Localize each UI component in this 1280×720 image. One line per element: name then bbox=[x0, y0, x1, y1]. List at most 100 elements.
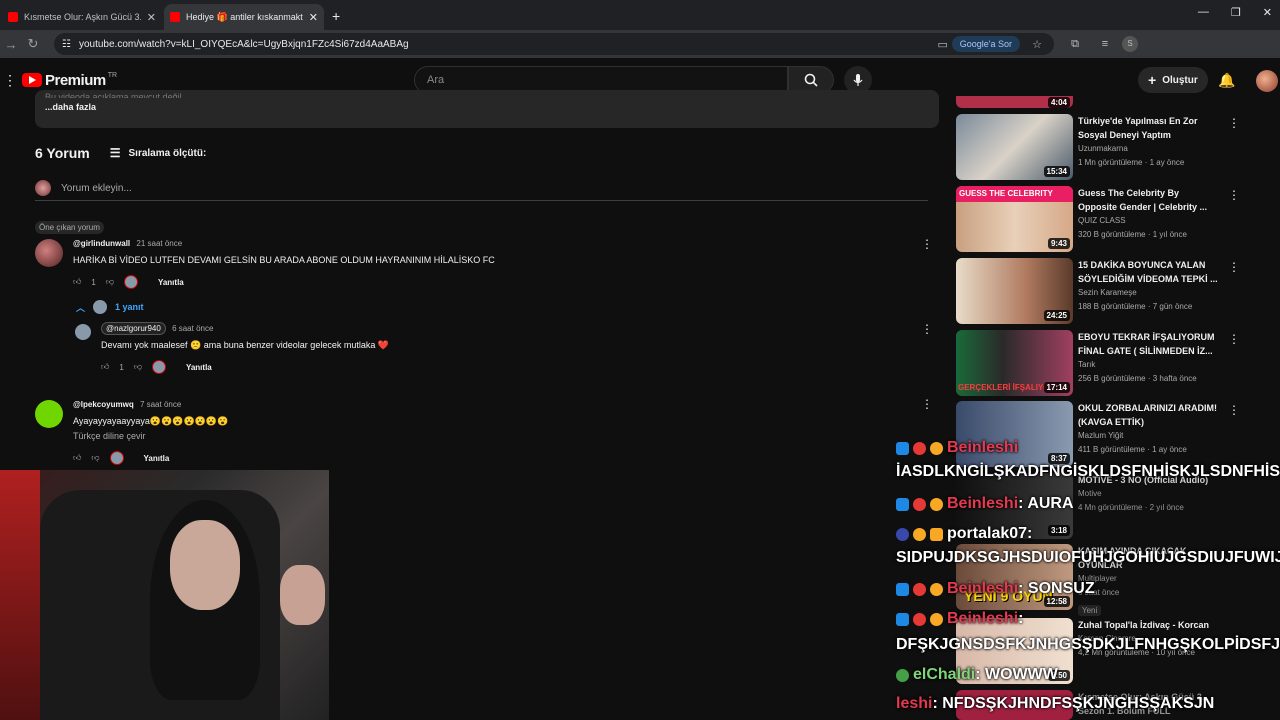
comment-time[interactable]: 7 saat önce bbox=[140, 400, 181, 409]
video-title[interactable]: Guess The Celebrity By Opposite Gender |… bbox=[1078, 186, 1218, 214]
duration-badge: 15:34 bbox=[1043, 166, 1070, 177]
reply-button[interactable]: Yanıtla bbox=[144, 454, 170, 463]
chat-username: Beinleshi bbox=[947, 495, 1019, 512]
video-title[interactable]: EBOYU TEKRAR İFŞALIYORUM FİNAL GATE ( Sİ… bbox=[1078, 330, 1218, 358]
comment-menu-icon[interactable]: ⋮ bbox=[921, 322, 933, 336]
add-comment-field[interactable]: Yorum ekleyin... bbox=[35, 180, 928, 201]
sidebar-video[interactable]: GERÇEKLERİ İFŞALIYORUM 17:14 EBOYU TEKRA… bbox=[956, 330, 1246, 396]
channel-name[interactable]: Tarık bbox=[1078, 358, 1218, 372]
sidebar-video[interactable]: 15:34 Türkiye'de Yapılması En Zor Sosyal… bbox=[956, 114, 1246, 180]
video-meta: 188 B görüntüleme · 7 gün önce bbox=[1078, 302, 1193, 311]
chat-message: : bbox=[1027, 525, 1033, 542]
avatar bbox=[35, 180, 51, 196]
chat-username: elChaldi bbox=[913, 666, 976, 683]
gift-badge-icon bbox=[930, 497, 943, 511]
create-button[interactable]: + Oluştur bbox=[1138, 67, 1208, 93]
maximize-icon[interactable]: ❐ bbox=[1231, 6, 1241, 19]
comment-menu-icon[interactable]: ⋮ bbox=[921, 397, 933, 411]
video-thumbnail[interactable]: GERÇEKLERİ İFŞALIYORUM 17:14 bbox=[956, 330, 1073, 396]
comment-menu-icon[interactable]: ⋮ bbox=[921, 237, 933, 251]
account-avatar[interactable] bbox=[1256, 70, 1278, 92]
green-badge-icon bbox=[896, 668, 909, 682]
minimize-icon[interactable]: — bbox=[1198, 6, 1209, 19]
new-tab-icon[interactable]: + bbox=[324, 8, 348, 30]
sort-button[interactable]: ☰ Sıralama ölçütü: bbox=[110, 146, 207, 160]
video-thumbnail[interactable]: 15:34 bbox=[956, 114, 1073, 180]
tab-kismetse[interactable]: Kısmetse Olur: Aşkın Gücü 3. Se ✕ bbox=[2, 4, 162, 30]
video-menu-icon[interactable]: ⋮ bbox=[1228, 116, 1240, 130]
url-text: youtube.com/watch?v=kLI_OIYQEcA&lc=UgyBx… bbox=[78, 38, 409, 50]
comment-author[interactable]: @girlindunwall bbox=[73, 239, 130, 248]
translate-link[interactable]: Türkçe diline çevir bbox=[73, 430, 228, 443]
creator-heart-icon bbox=[123, 275, 138, 289]
comment-author[interactable]: @nazlgorur940 bbox=[101, 322, 166, 335]
youtube-logo[interactable]: Premium TR bbox=[22, 72, 117, 89]
video-thumbnail[interactable]: GUESS THE CELEBRITY 9:43 bbox=[956, 186, 1073, 252]
dislike-icon[interactable]: 👎︎ bbox=[106, 277, 114, 287]
replies-toggle[interactable]: ︿ 1 yanıt bbox=[76, 300, 144, 314]
video-menu-icon[interactable]: ⋮ bbox=[1228, 260, 1240, 274]
chat-message: DFŞKJGNSDSFKJNHGSŞDKJLFNHGŞKOLPİDSFJN bbox=[896, 636, 1280, 653]
chat-line: Beinleshi : SONSUZ bbox=[896, 579, 1095, 599]
chat-username: Beinleshi bbox=[947, 610, 1019, 627]
video-menu-icon[interactable]: ⋮ bbox=[1228, 188, 1240, 202]
like-icon[interactable]: 👍︎ bbox=[73, 453, 81, 463]
google-sor-button[interactable]: Google'a Sor bbox=[951, 36, 1020, 52]
dislike-icon[interactable]: 👎︎ bbox=[91, 453, 99, 463]
video-title[interactable]: Türkiye'de Yapılması En Zor Sosyal Deney… bbox=[1078, 114, 1218, 142]
video-meta: 1 Mn görüntüleme · 1 ay önce bbox=[1078, 158, 1185, 167]
reload-icon[interactable]: ↻ bbox=[22, 36, 44, 52]
video-title[interactable]: OKUL ZORBALARINIZI ARADIM! (KAVGA ETTİK) bbox=[1078, 401, 1218, 429]
crown-badge-icon bbox=[930, 527, 943, 541]
forward-icon[interactable]: → bbox=[0, 37, 22, 52]
comment-header: @nazlgorur940 6 saat önce bbox=[101, 322, 389, 335]
omnibox[interactable]: ☷ youtube.com/watch?v=kLI_OIYQEcA&lc=Ugy… bbox=[54, 33, 1054, 55]
brand-region: TR bbox=[107, 71, 118, 79]
bookmark-star-icon[interactable]: ☆ bbox=[1028, 38, 1046, 51]
sidebar-video[interactable]: 4:04 bbox=[956, 96, 1246, 108]
dislike-icon[interactable]: 👎︎ bbox=[134, 362, 142, 372]
profile-icon[interactable]: S bbox=[1122, 36, 1138, 52]
reply-button[interactable]: Yanıtla bbox=[158, 278, 184, 287]
show-more-link[interactable]: ...daha fazla bbox=[45, 102, 929, 112]
close-icon[interactable]: ✕ bbox=[147, 11, 156, 24]
avatar bbox=[35, 239, 63, 267]
notifications-bell-icon[interactable]: 🔔 bbox=[1218, 72, 1235, 89]
reply-button[interactable]: Yanıtla bbox=[186, 363, 212, 372]
description-box[interactable]: Bu videoda açıklama mevcut değil... ...d… bbox=[35, 90, 939, 128]
stream-chat-overlay: Beinleshi İASDLKNGİLŞKADFNGİSKLDSFNHİSKJ… bbox=[896, 438, 1280, 720]
comment-time[interactable]: 6 saat önce bbox=[172, 324, 213, 333]
comment-actions: 👍︎ 1 👎︎ Yanıtla bbox=[73, 275, 495, 289]
cast-icon[interactable]: ▭ bbox=[934, 38, 952, 51]
close-window-icon[interactable]: ✕ bbox=[1263, 6, 1272, 19]
hamburger-menu-icon[interactable]: ⋮ bbox=[0, 72, 20, 89]
channel-name[interactable]: Uzunmakarna bbox=[1078, 142, 1218, 156]
close-icon[interactable]: ✕ bbox=[309, 11, 318, 24]
streamer-webcam-overlay bbox=[0, 470, 329, 720]
video-menu-icon[interactable]: ⋮ bbox=[1228, 403, 1240, 417]
tab-hediye[interactable]: Hediye 🎁 antiler kıskanmaktan ✕ bbox=[164, 4, 324, 30]
site-info-icon[interactable]: ☷ bbox=[62, 39, 71, 50]
sidebar-video[interactable]: GUESS THE CELEBRITY 9:43 Guess The Celeb… bbox=[956, 186, 1246, 252]
extensions-icon[interactable]: ⧉ bbox=[1066, 38, 1084, 51]
chat-username: portalak07 bbox=[947, 525, 1028, 542]
video-thumbnail[interactable]: 4:04 bbox=[956, 96, 1073, 108]
video-meta: 256 B görüntüleme · 3 hafta önce bbox=[1078, 374, 1197, 383]
video-title[interactable]: 15 DAKİKA BOYUNCA YALAN SÖYLEDİĞİM VİDEO… bbox=[1078, 258, 1218, 286]
like-icon[interactable]: 👍︎ bbox=[73, 277, 81, 287]
comment-time[interactable]: 21 saat önce bbox=[136, 239, 182, 248]
sidebar-video[interactable]: 24:25 15 DAKİKA BOYUNCA YALAN SÖYLEDİĞİM… bbox=[956, 258, 1246, 324]
video-thumbnail[interactable]: 24:25 bbox=[956, 258, 1073, 324]
video-menu-icon[interactable]: ⋮ bbox=[1228, 332, 1240, 346]
channel-name[interactable]: QUIZ CLASS bbox=[1078, 214, 1218, 228]
channel-name[interactable]: Sezin Karameşe bbox=[1078, 286, 1218, 300]
comment-header: @girlindunwall 21 saat önce bbox=[73, 239, 495, 248]
description-cut-text: Bu videoda açıklama mevcut değil... bbox=[45, 92, 190, 98]
prime-badge-icon bbox=[896, 441, 909, 455]
comment-text: Ayayayyayaayyaya😮😮😮😮😮😮😮 bbox=[73, 416, 229, 426]
media-icon[interactable]: ≡ bbox=[1096, 38, 1114, 50]
sub-badge-icon bbox=[913, 612, 926, 626]
comment-author[interactable]: @lpekcoyumwq bbox=[73, 400, 134, 409]
like-icon[interactable]: 👍︎ bbox=[101, 362, 109, 372]
tab-title: Hediye 🎁 antiler kıskanmaktan bbox=[186, 11, 303, 22]
